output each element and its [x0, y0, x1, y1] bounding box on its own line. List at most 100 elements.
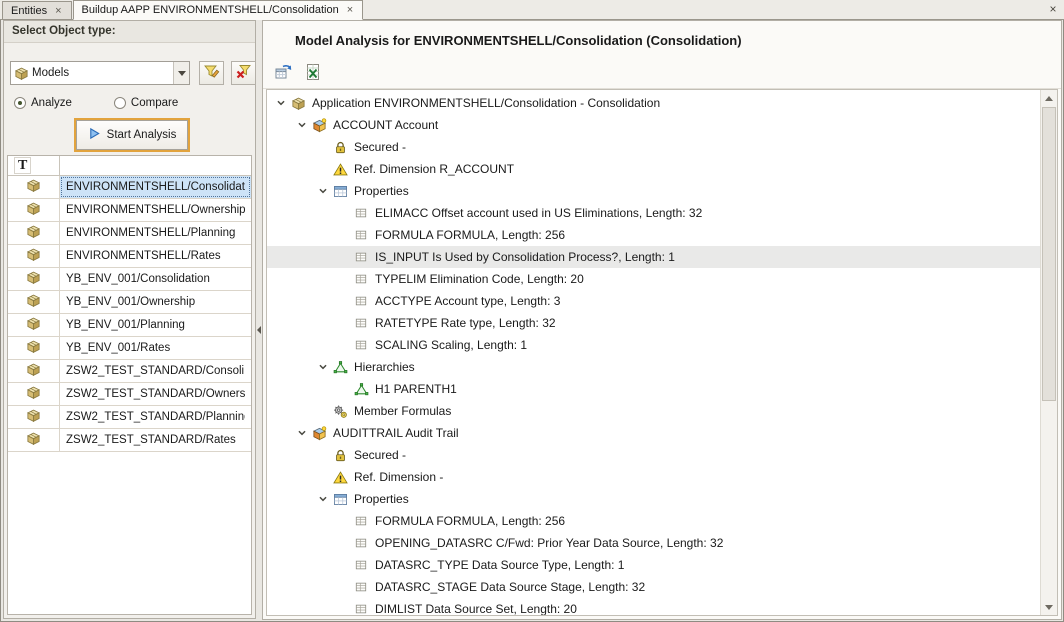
- model-analysis-panel: Model Analysis for ENVIRONMENTSHELL/Cons…: [262, 20, 1062, 620]
- model-list-item[interactable]: ENVIRONMENTSHELL/Ownership: [8, 199, 251, 222]
- tab[interactable]: Buildup AAPP ENVIRONMENTSHELL/Consolidat…: [73, 0, 364, 20]
- model-package-icon: [26, 224, 41, 242]
- tree-item[interactable]: OPENING_DATASRC C/Fwd: Prior Year Data S…: [267, 532, 1040, 554]
- model-list-item[interactable]: YB_ENV_001/Planning: [8, 314, 251, 337]
- model-package-icon: [26, 385, 41, 403]
- chevron-down-icon[interactable]: [314, 359, 331, 375]
- tree-item-label: Secured -: [349, 140, 406, 154]
- model-package-icon: [26, 178, 41, 196]
- indent-spacer: [335, 249, 352, 265]
- lock-icon: [331, 447, 349, 463]
- tree-item[interactable]: AUDITTRAIL Audit Trail: [267, 422, 1040, 444]
- chevron-down-icon[interactable]: [314, 491, 331, 507]
- tree-item[interactable]: FORMULA FORMULA, Length: 256: [267, 510, 1040, 532]
- tree-item[interactable]: DIMLIST Data Source Set, Length: 20: [267, 598, 1040, 615]
- dimension-icon: [310, 425, 328, 441]
- model-list-item[interactable]: YB_ENV_001/Consolidation: [8, 268, 251, 291]
- tree-item[interactable]: H1 PARENTH1: [267, 378, 1040, 400]
- model-list-item[interactable]: ZSW2_TEST_STANDARD/Owners...: [8, 383, 251, 406]
- text-filter-header[interactable]: T: [8, 156, 60, 175]
- tree-item[interactable]: ACCTYPE Account type, Length: 3: [267, 290, 1040, 312]
- analyze-radio[interactable]: [14, 97, 26, 109]
- model-list-item-label: ENVIRONMENTSHELL/Rates: [66, 250, 221, 262]
- object-type-dropdown[interactable]: Models: [10, 61, 190, 85]
- edit-filter-button[interactable]: [199, 61, 224, 85]
- model-list-item[interactable]: ENVIRONMENTSHELL/Rates: [8, 245, 251, 268]
- table-icon: [331, 183, 349, 199]
- export-excel-button[interactable]: [301, 62, 325, 86]
- chevron-down-icon[interactable]: [173, 62, 189, 84]
- tree-item[interactable]: DATASRC_TYPE Data Source Type, Length: 1: [267, 554, 1040, 576]
- indent-spacer: [335, 315, 352, 331]
- model-package-icon: [26, 339, 41, 357]
- model-list-item[interactable]: ENVIRONMENTSHELL/Consolidation: [8, 176, 251, 199]
- tree-item[interactable]: IS_INPUT Is Used by Consolidation Proces…: [267, 246, 1040, 268]
- tree-item[interactable]: Application ENVIRONMENTSHELL/Consolidati…: [267, 92, 1040, 114]
- scrollbar-thumb[interactable]: [1042, 107, 1056, 401]
- analyze-radio-label[interactable]: Analyze: [26, 97, 76, 109]
- chevron-down-icon[interactable]: [293, 117, 310, 133]
- property-icon: [352, 249, 370, 265]
- models-package-icon: [11, 66, 31, 81]
- tree-item[interactable]: Secured -: [267, 444, 1040, 466]
- chevron-down-icon[interactable]: [293, 425, 310, 441]
- tree-item[interactable]: ACCOUNT Account: [267, 114, 1040, 136]
- compare-radio-label[interactable]: Compare: [126, 97, 182, 109]
- indent-spacer: [335, 535, 352, 551]
- tree-item[interactable]: Ref. Dimension -: [267, 466, 1040, 488]
- tab-close-icon[interactable]: ×: [54, 6, 62, 16]
- start-analysis-label: Start Analysis: [107, 129, 177, 141]
- tab-label: Buildup AAPP ENVIRONMENTSHELL/Consolidat…: [82, 4, 339, 16]
- clear-filter-button[interactable]: [231, 61, 256, 85]
- chevron-down-icon[interactable]: [272, 95, 289, 111]
- model-list-item-label: ENVIRONMENTSHELL/Consolidation: [66, 181, 245, 193]
- property-icon: [352, 337, 370, 353]
- model-list-item-label: YB_ENV_001/Consolidation: [66, 273, 210, 285]
- scroll-up-icon[interactable]: [1041, 90, 1057, 106]
- indent-spacer: [335, 557, 352, 573]
- model-list-item[interactable]: ZSW2_TEST_STANDARD/Planning: [8, 406, 251, 429]
- model-list-item[interactable]: ZSW2_TEST_STANDARD/Rates: [8, 429, 251, 452]
- name-column-header[interactable]: [60, 156, 251, 175]
- tree-item[interactable]: Ref. Dimension R_ACCOUNT: [267, 158, 1040, 180]
- chevron-down-icon[interactable]: [314, 183, 331, 199]
- tab[interactable]: Entities ×: [2, 1, 72, 19]
- model-list-item-label: YB_ENV_001/Rates: [66, 342, 170, 354]
- property-icon: [352, 513, 370, 529]
- tree-item[interactable]: FORMULA FORMULA, Length: 256: [267, 224, 1040, 246]
- tree-item[interactable]: Member Formulas: [267, 400, 1040, 422]
- tree-item[interactable]: Properties: [267, 180, 1040, 202]
- package-icon: [289, 95, 307, 111]
- indent-spacer: [314, 161, 331, 177]
- model-list-item[interactable]: ZSW2_TEST_STANDARD/Consoli...: [8, 360, 251, 383]
- indent-spacer: [335, 601, 352, 615]
- tree-item[interactable]: DATASRC_STAGE Data Source Stage, Length:…: [267, 576, 1040, 598]
- tree-item[interactable]: RATETYPE Rate type, Length: 32: [267, 312, 1040, 334]
- tree-item[interactable]: ELIMACC Offset account used in US Elimin…: [267, 202, 1040, 224]
- model-list-item[interactable]: ENVIRONMENTSHELL/Planning: [8, 222, 251, 245]
- indent-spacer: [335, 579, 352, 595]
- compare-radio[interactable]: [114, 97, 126, 109]
- model-list-table: T ENVIRONMENTSHELL/Consolidation ENVIRON…: [7, 155, 252, 615]
- indent-spacer: [335, 293, 352, 309]
- tree-item-label: DATASRC_STAGE Data Source Stage, Length:…: [370, 580, 645, 594]
- tab-close-icon[interactable]: ×: [346, 5, 354, 15]
- scroll-down-icon[interactable]: [1041, 599, 1057, 615]
- tree-item[interactable]: SCALING Scaling, Length: 1: [267, 334, 1040, 356]
- tree-item[interactable]: Properties: [267, 488, 1040, 510]
- clear-filter-icon: [235, 63, 252, 83]
- tree-item[interactable]: TYPELIM Elimination Code, Length: 20: [267, 268, 1040, 290]
- property-icon: [352, 293, 370, 309]
- model-list-item[interactable]: YB_ENV_001/Ownership: [8, 291, 251, 314]
- export-table-button[interactable]: [271, 62, 295, 86]
- start-analysis-button[interactable]: Start Analysis: [76, 120, 188, 150]
- model-package-icon: [26, 408, 41, 426]
- vertical-scrollbar[interactable]: [1040, 90, 1057, 615]
- model-list-item[interactable]: YB_ENV_001/Rates: [8, 337, 251, 360]
- tree-item[interactable]: Hierarchies: [267, 356, 1040, 378]
- close-icon[interactable]: ×: [1042, 1, 1064, 19]
- lock-icon: [331, 139, 349, 155]
- property-icon: [352, 535, 370, 551]
- tree-item-label: ACCOUNT Account: [328, 118, 438, 132]
- tree-item[interactable]: Secured -: [267, 136, 1040, 158]
